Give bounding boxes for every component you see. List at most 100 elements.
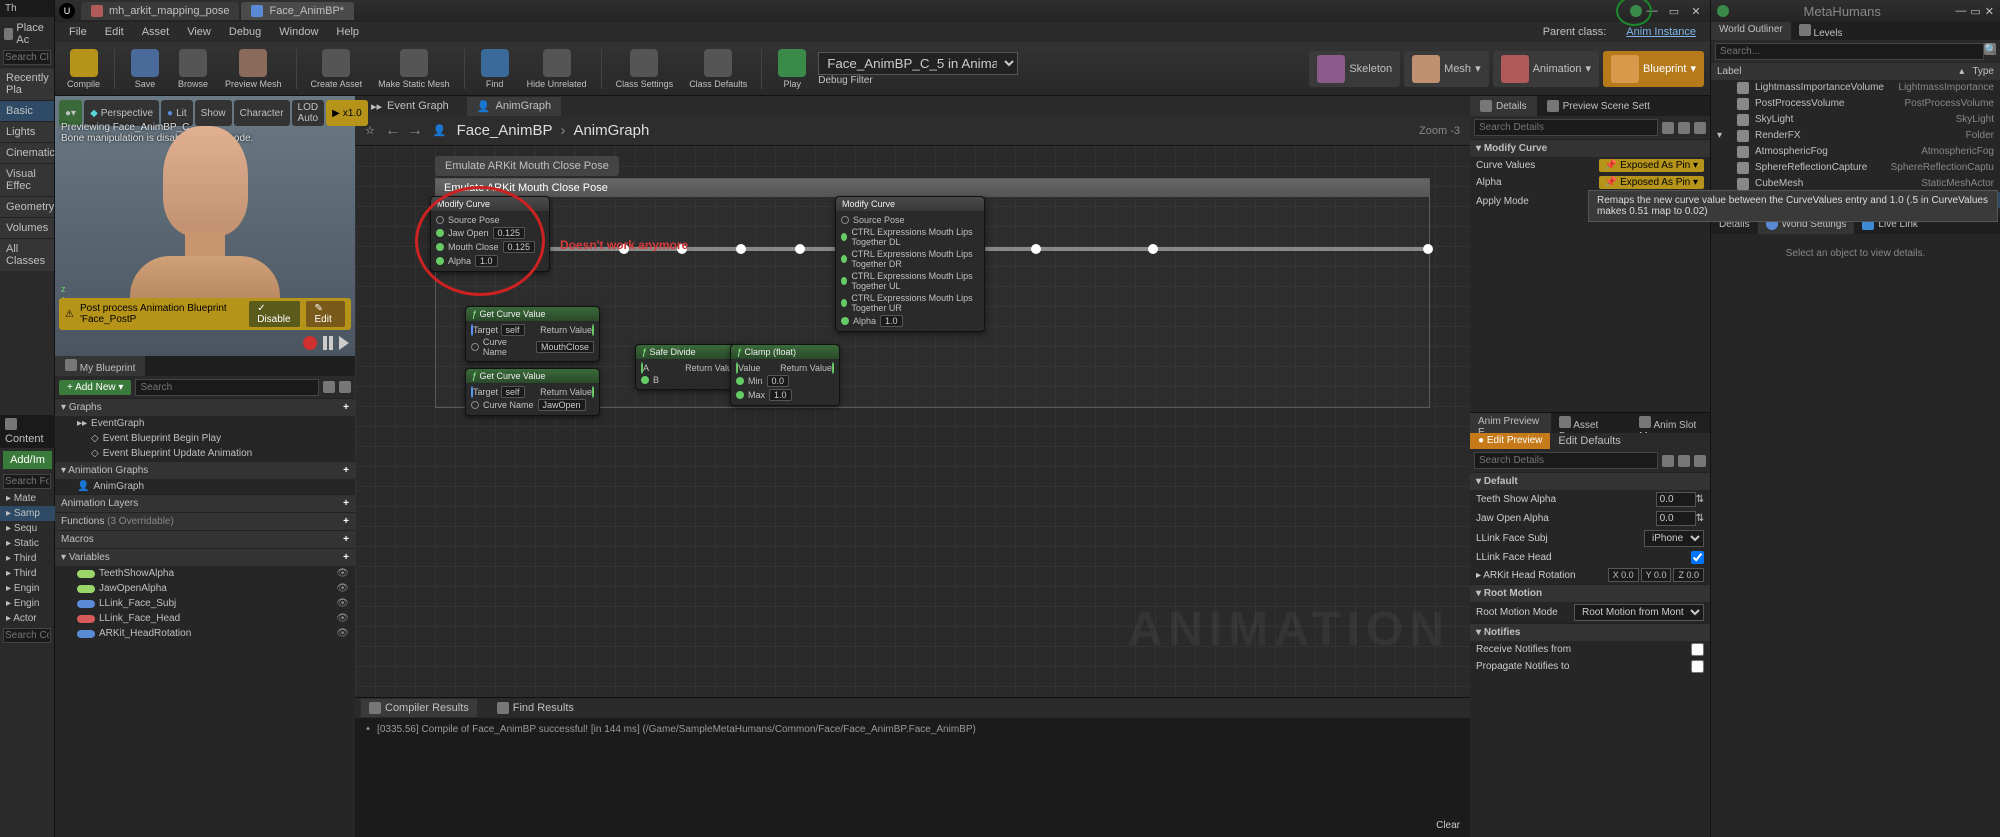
variable-item[interactable]: TeethShowAlpha👁 [55, 566, 355, 581]
menu-edit[interactable]: Edit [97, 24, 132, 40]
create-asset-button[interactable]: Create Asset [305, 47, 369, 91]
close-button[interactable]: ✕ [1686, 5, 1706, 18]
class-settings-button[interactable]: Class Settings [610, 47, 680, 91]
pause-button[interactable] [323, 336, 333, 350]
preview-viewport[interactable]: ●▾ ◆Perspective ●Lit Show Character LOD … [55, 96, 355, 356]
cat-visualfx[interactable]: Visual Effec [0, 163, 54, 196]
variable-item[interactable]: ARKit_HeadRotation👁 [55, 626, 355, 641]
rot-y[interactable]: Y 0.0 [1641, 568, 1672, 582]
menu-view[interactable]: View [179, 24, 219, 40]
col-type[interactable]: Type [1972, 66, 1994, 77]
play-button[interactable]: Play [770, 47, 814, 91]
crumb-leaf[interactable]: AnimGraph [573, 122, 649, 139]
tab-compiler-results[interactable]: Compiler Results [361, 699, 477, 717]
cb-filter-input[interactable] [3, 628, 51, 643]
search-icon[interactable]: 🔍 [1984, 43, 1996, 55]
mode-skeleton[interactable]: Skeleton [1309, 51, 1400, 87]
preview-mesh-button[interactable]: Preview Mesh [219, 47, 288, 91]
eye-icon[interactable] [1694, 122, 1706, 134]
minimize-button[interactable]: — [1642, 5, 1662, 18]
section-macros[interactable]: Macros+ [55, 530, 355, 548]
tab-world-outliner[interactable]: World Outliner [1711, 22, 1791, 40]
disable-button[interactable]: ✓ Disable [249, 301, 300, 327]
outliner-item[interactable]: SphereReflectionCaptureSphereReflectionC… [1711, 160, 2000, 176]
variable-item[interactable]: JawOpenAlpha👁 [55, 581, 355, 596]
record-button[interactable] [303, 336, 317, 350]
fr-minimize[interactable]: — [1955, 5, 1966, 17]
pn-checkbox[interactable] [1691, 660, 1704, 673]
teeth-input[interactable] [1656, 492, 1696, 507]
hide-unrelated-button[interactable]: Hide Unrelated [521, 47, 593, 91]
browse-button[interactable]: Browse [171, 47, 215, 91]
mode-blueprint[interactable]: Blueprint ▾ [1603, 51, 1704, 87]
edit-preview-button[interactable]: ● Edit Preview [1470, 433, 1550, 449]
rot-x[interactable]: X 0.0 [1608, 568, 1639, 582]
search-icon[interactable] [1662, 122, 1674, 134]
add-animgraph[interactable]: + [343, 465, 349, 476]
fr-maximize[interactable]: ▭ [1970, 5, 1980, 18]
tab-find-results[interactable]: Find Results [489, 699, 582, 717]
compile-button[interactable]: Compile [61, 47, 106, 91]
outliner-item[interactable]: SkyLightSkyLight [1711, 112, 2000, 128]
search-icon[interactable] [323, 381, 335, 393]
cat-geometry[interactable]: Geometry [0, 196, 54, 217]
tab-asset-browser[interactable]: Asset Brows [1551, 413, 1631, 433]
node-get-curve-value-2[interactable]: ƒ Get Curve Value Target selfReturn Valu… [465, 368, 600, 416]
gear-icon[interactable] [339, 381, 351, 393]
section-layers[interactable]: Animation Layers+ [55, 494, 355, 512]
nav-back[interactable]: ← [385, 122, 401, 140]
source-control-icon[interactable] [1630, 5, 1642, 17]
tab-anim-preview[interactable]: Anim Preview E [1470, 413, 1551, 433]
rot-z[interactable]: Z 0.0 [1673, 568, 1704, 582]
cat-basic[interactable]: Basic [0, 100, 54, 121]
menu-debug[interactable]: Debug [221, 24, 269, 40]
details-search[interactable] [1474, 119, 1658, 136]
outliner-item[interactable]: ▾RenderFXFolder [1711, 128, 2000, 144]
level-tab[interactable]: Th [0, 0, 54, 17]
subj-select[interactable]: iPhone [1644, 530, 1704, 547]
node-modify-curve-2[interactable]: Modify Curve Source Pose CTRL Expression… [835, 196, 985, 332]
tab-preview-scene[interactable]: Preview Scene Sett [1537, 96, 1660, 116]
cat-default[interactable]: ▾ Default [1470, 472, 1710, 490]
menu-window[interactable]: Window [271, 24, 326, 40]
menu-asset[interactable]: Asset [134, 24, 178, 40]
cat-modify-curve[interactable]: ▾ Modify Curve [1470, 139, 1710, 157]
expose-pin-cv[interactable]: 📌 Exposed As Pin ▾ [1599, 159, 1704, 172]
cat-root-motion[interactable]: ▾ Root Motion [1470, 584, 1710, 602]
add-function[interactable]: + [343, 516, 349, 527]
edit-defaults-button[interactable]: Edit Defaults [1550, 433, 1628, 449]
outliner-tree[interactable]: LightmassImportanceVolumeLightmassImport… [1711, 80, 2000, 208]
menu-file[interactable]: File [61, 24, 95, 40]
expose-pin-alpha[interactable]: 📌 Exposed As Pin ▾ [1599, 176, 1704, 189]
outliner-search[interactable] [1715, 43, 1984, 60]
add-new-button[interactable]: + Add New ▾ [59, 380, 131, 395]
edit-button[interactable]: ✎ Edit [306, 301, 345, 327]
vp-speed[interactable]: ▶x1.0 [326, 100, 368, 126]
section-graphs[interactable]: ▾ Graphs+ [55, 398, 355, 416]
cb-tree[interactable]: ▸ Mate ▸ Samp ▸ Sequ ▸ Static ▸ Third ▸ … [0, 491, 55, 626]
outliner-item[interactable]: PostProcessVolumePostProcessVolume [1711, 96, 2000, 112]
menu-help[interactable]: Help [328, 24, 367, 40]
mybp-search[interactable] [135, 379, 319, 396]
maximize-button[interactable]: ▭ [1664, 5, 1684, 18]
section-variables[interactable]: ▾ Variables+ [55, 548, 355, 566]
nav-fwd[interactable]: → [407, 122, 423, 140]
tab-details[interactable]: Details [1470, 96, 1537, 116]
vp-lod[interactable]: LOD Auto [292, 100, 325, 126]
make-static-mesh-button[interactable]: Make Static Mesh [372, 47, 456, 91]
class-defaults-button[interactable]: Class Defaults [683, 47, 753, 91]
outliner-item[interactable]: AtmosphericFogAtmosphericFog [1711, 144, 2000, 160]
matrix-icon[interactable] [1678, 455, 1690, 467]
find-button[interactable]: Find [473, 47, 517, 91]
jaw-input[interactable] [1656, 511, 1696, 526]
matrix-icon[interactable] [1678, 122, 1690, 134]
debug-filter-select[interactable]: Face_AnimBP_C_5 in AnimationEditorPrevie… [818, 52, 1018, 75]
save-button[interactable]: Save [123, 47, 167, 91]
head-checkbox[interactable] [1691, 551, 1704, 564]
comment-title[interactable]: Emulate ARKit Mouth Close Pose [436, 179, 1429, 197]
eye-icon[interactable] [1694, 455, 1706, 467]
clear-button[interactable]: Clear [1436, 820, 1460, 831]
rn-checkbox[interactable] [1691, 643, 1704, 656]
node-safe-divide[interactable]: ƒ Safe Divide AReturn Value B [635, 344, 745, 390]
content-browser-tab[interactable]: Content [0, 415, 55, 448]
